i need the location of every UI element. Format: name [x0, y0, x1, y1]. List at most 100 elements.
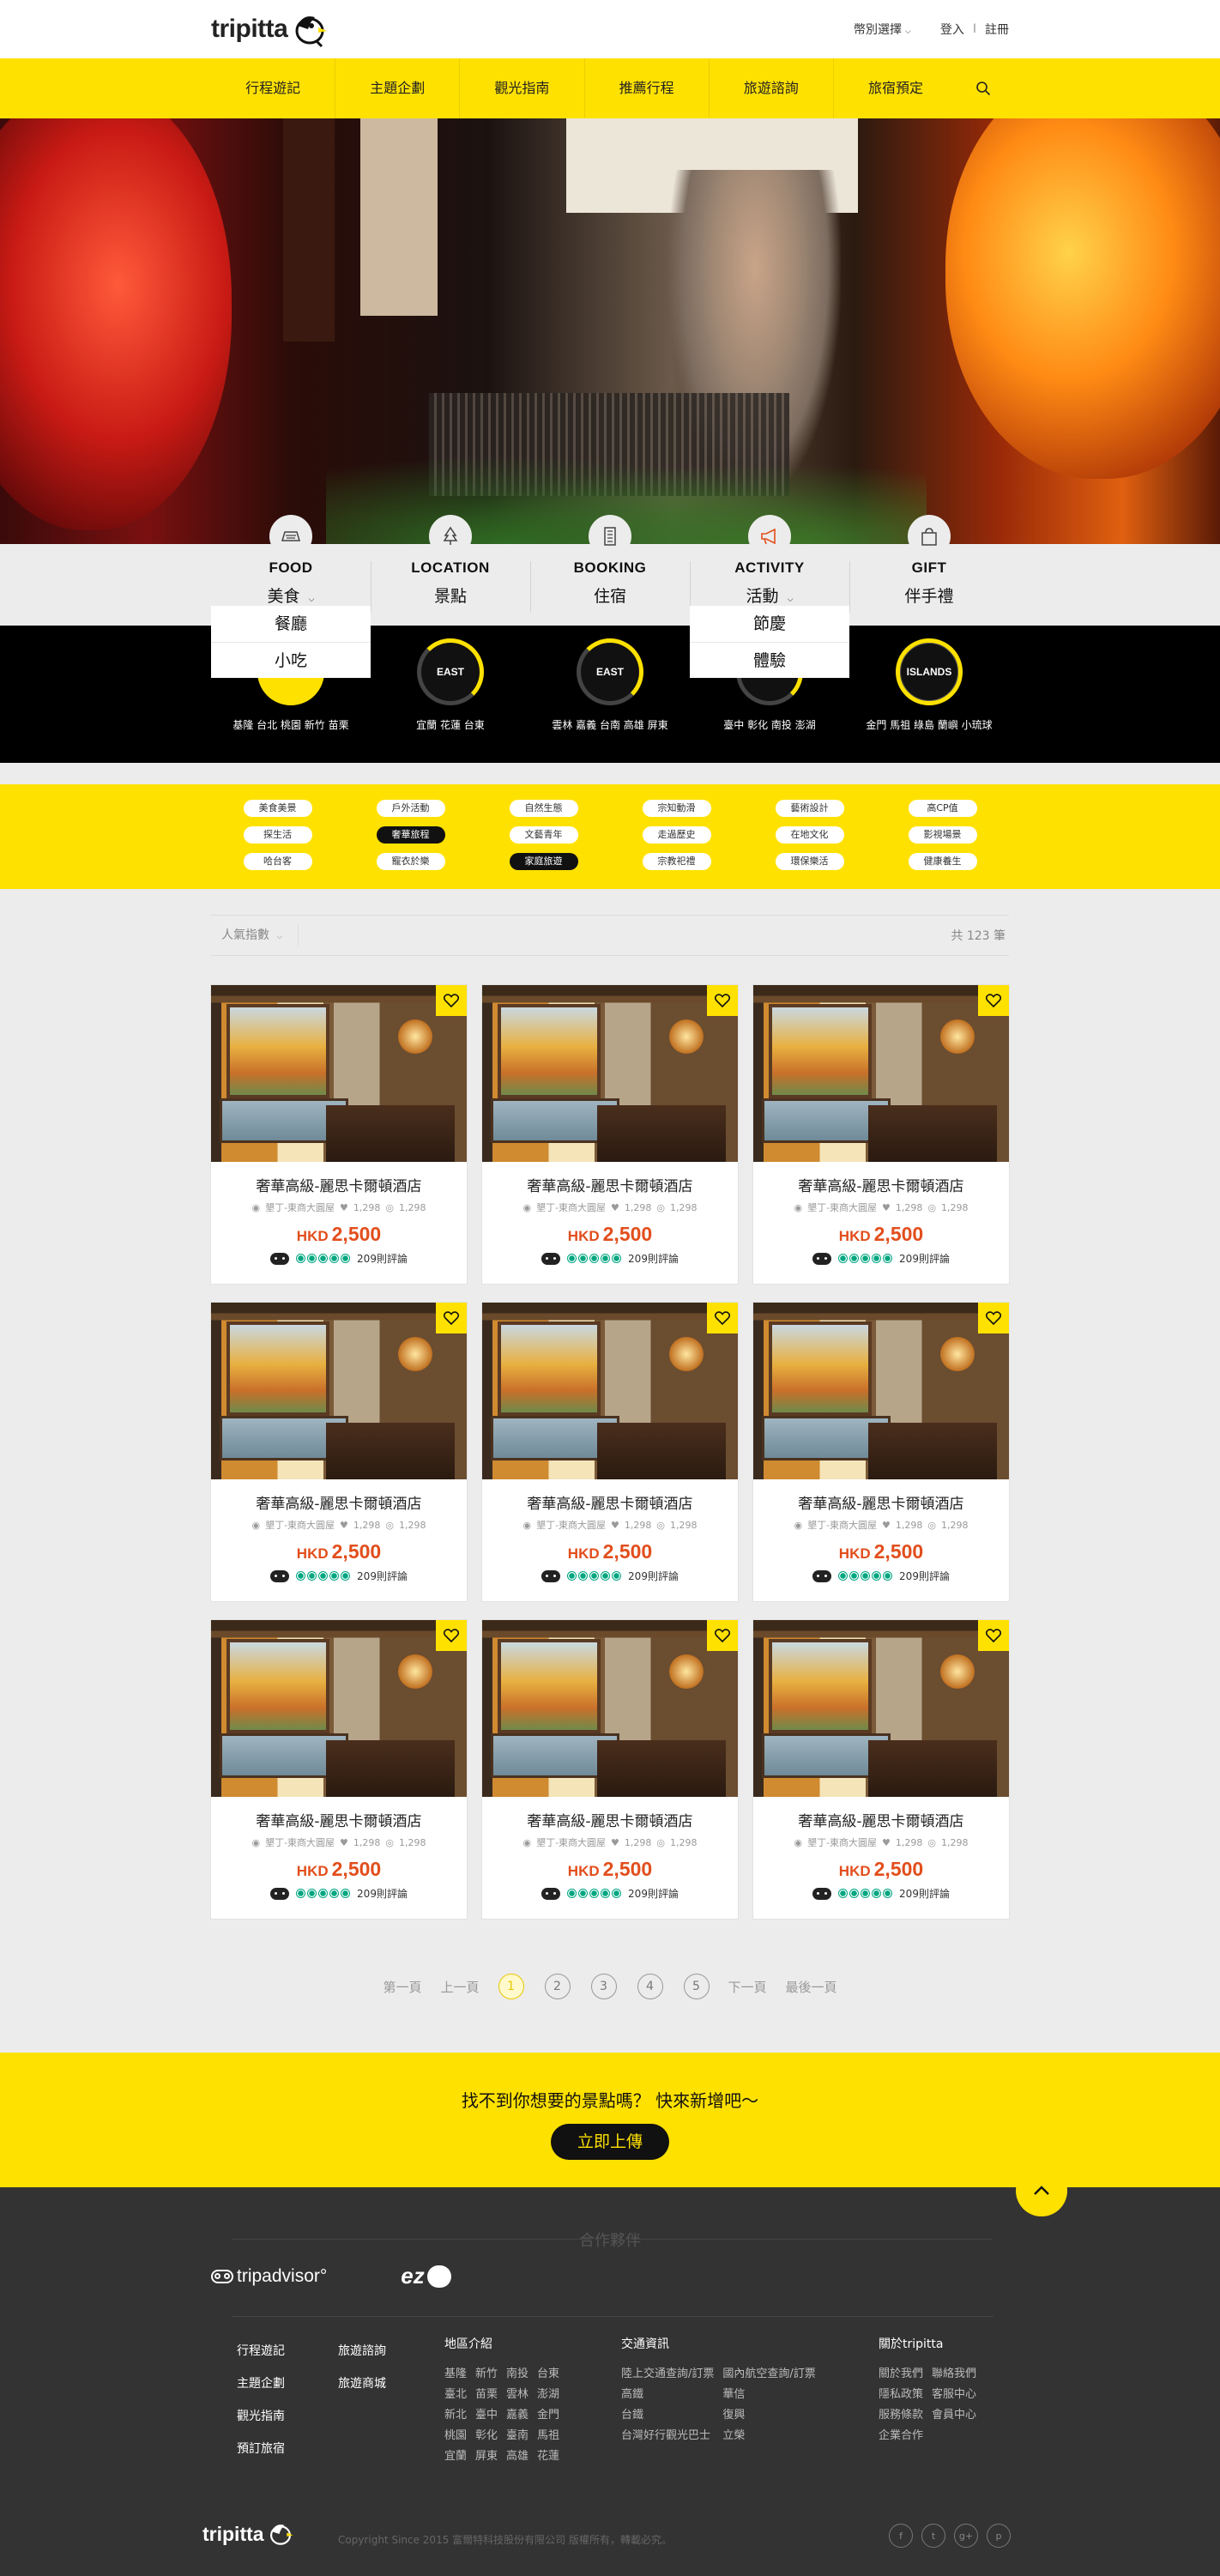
favorite-button[interactable] [436, 1620, 467, 1651]
transport-link[interactable]: 國內航空查詢/訂票 [722, 2364, 815, 2385]
review-row[interactable]: 209則評論 [482, 1886, 738, 1901]
tag-chip[interactable]: 奢華旅程 [376, 826, 445, 844]
dropdown-item-restaurant[interactable]: 餐廳 [211, 606, 371, 642]
sort-select[interactable]: 人氣指數 ⌵ [211, 925, 299, 946]
nav-item-guide[interactable]: 觀光指南 [459, 58, 583, 118]
about-link[interactable]: 服務條款 [879, 2405, 923, 2426]
region-link[interactable]: 澎湖 [537, 2385, 559, 2405]
listing-photo[interactable] [753, 1303, 1009, 1479]
region-link[interactable]: 台東 [537, 2364, 559, 2385]
page-number[interactable]: 3 [590, 1974, 617, 1999]
review-row[interactable]: 209則評論 [482, 1251, 738, 1266]
register-link[interactable]: 註冊 [985, 21, 1009, 38]
login-link[interactable]: 登入 [940, 21, 964, 38]
favorite-button[interactable] [978, 1620, 1009, 1651]
region-link[interactable]: 南投 [506, 2364, 528, 2385]
category-activity[interactable]: ACTIVITY 活動 ⌵ 節慶 體驗 WEST 臺中 彰化 南投 澎湖 [690, 515, 849, 763]
currency-select[interactable]: 幣別選擇 ⌵ [854, 21, 911, 38]
region-link[interactable]: 馬祖 [537, 2426, 559, 2446]
category-booking[interactable]: BOOKING 住宿 EAST 雲林 嘉義 台南 高雄 屏東 [530, 515, 690, 763]
listing-photo[interactable] [482, 1303, 738, 1479]
region-link[interactable]: 屏東 [475, 2446, 498, 2467]
review-row[interactable]: 209則評論 [211, 1251, 467, 1266]
dropdown-item-festival[interactable]: 節慶 [690, 606, 849, 642]
favorite-button[interactable] [707, 1303, 738, 1333]
region-link[interactable]: 臺中 [475, 2405, 498, 2426]
region-link[interactable]: 金門 [537, 2405, 559, 2426]
tag-chip[interactable]: 走過歷史 [642, 826, 711, 844]
tag-chip[interactable]: 美食美景 [243, 800, 312, 817]
footer-link[interactable]: 主題企劃 [237, 2367, 338, 2400]
about-link[interactable]: 聯絡我們 [932, 2364, 976, 2385]
listing-card[interactable]: 奢華高級-麗思卡爾頓酒店 ◉ 墾丁-東商大圓屋 ♥ 1,298 ◎ 1,298 HKD 2,50… [482, 985, 738, 1284]
upload-button[interactable]: 立即上傳 [551, 2124, 669, 2160]
twitter-icon[interactable]: t [921, 2524, 945, 2548]
listing-card[interactable]: 奢華高級-麗思卡爾頓酒店 ◉ 墾丁-東商大圓屋 ♥ 1,298 ◎ 1,298 HKD 2,50… [482, 1620, 738, 1919]
category-activity-zh[interactable]: 活動 ⌵ [690, 584, 849, 607]
tag-chip[interactable]: 戶外活動 [376, 800, 445, 817]
tag-chip[interactable]: 文藝青年 [509, 826, 578, 844]
category-gift[interactable]: GIFT 伴手禮 ISLANDS 金門 馬祖 綠島 蘭嶼 小琉球 [849, 515, 1009, 763]
page-first[interactable]: 第一頁 [383, 1978, 421, 1996]
region-link[interactable]: 臺南 [506, 2426, 528, 2446]
listing-title[interactable]: 奢華高級-麗思卡爾頓酒店 [211, 1809, 467, 1830]
facebook-icon[interactable]: f [889, 2524, 913, 2548]
listing-title[interactable]: 奢華高級-麗思卡爾頓酒店 [753, 1174, 1009, 1195]
region-link[interactable]: 苗栗 [475, 2385, 498, 2405]
transport-link[interactable]: 復興 [722, 2405, 815, 2426]
footer-link[interactable]: 行程遊記 [237, 2335, 338, 2367]
region-link[interactable]: 臺北 [444, 2385, 467, 2405]
tag-chip[interactable]: 宗教祀禮 [642, 853, 711, 870]
region-link[interactable]: 新北 [444, 2405, 467, 2426]
listing-card[interactable]: 奢華高級-麗思卡爾頓酒店 ◉ 墾丁-東商大圓屋 ♥ 1,298 ◎ 1,298 HKD 2,50… [211, 1303, 467, 1601]
page-number[interactable]: 1 [498, 1974, 524, 1999]
favorite-button[interactable] [978, 985, 1009, 1016]
listing-card[interactable]: 奢華高級-麗思卡爾頓酒店 ◉ 墾丁-東商大圓屋 ♥ 1,298 ◎ 1,298 HKD 2,50… [753, 1303, 1009, 1601]
dropdown-item-snack[interactable]: 小吃 [211, 642, 371, 678]
category-location[interactable]: LOCATION 景點 EAST 宜蘭 花蓮 台東 [371, 515, 530, 763]
listing-title[interactable]: 奢華高級-麗思卡爾頓酒店 [482, 1809, 738, 1830]
category-food-zh[interactable]: 美食 ⌵ [211, 584, 371, 607]
region-link[interactable]: 嘉義 [506, 2405, 528, 2426]
favorite-button[interactable] [436, 1303, 467, 1333]
region-link[interactable]: 基隆 [444, 2364, 467, 2385]
about-link[interactable]: 客服中心 [932, 2385, 976, 2405]
review-row[interactable]: 209則評論 [753, 1251, 1009, 1266]
footer-logo[interactable]: tripitta [202, 2520, 294, 2548]
page-last[interactable]: 最後一頁 [786, 1978, 837, 1996]
listing-title[interactable]: 奢華高級-麗思卡爾頓酒店 [211, 1174, 467, 1195]
region-east[interactable]: EAST 宜蘭 花蓮 台東 [371, 638, 530, 732]
region-link[interactable]: 宜蘭 [444, 2446, 467, 2467]
tag-chip[interactable]: 寵衣於樂 [376, 853, 445, 870]
tag-chip[interactable]: 高CP值 [908, 800, 977, 817]
nav-item-themes[interactable]: 主題企劃 [335, 58, 459, 118]
review-row[interactable]: 209則評論 [482, 1569, 738, 1583]
transport-link[interactable]: 華信 [722, 2385, 815, 2405]
tag-chip[interactable]: 自然生態 [509, 800, 578, 817]
transport-link[interactable]: 高鐵 [621, 2385, 714, 2405]
nav-item-booking[interactable]: 旅宿預定 [832, 58, 957, 118]
favorite-button[interactable] [978, 1303, 1009, 1333]
listing-title[interactable]: 奢華高級-麗思卡爾頓酒店 [211, 1491, 467, 1513]
tag-chip[interactable]: 宗知動滑 [642, 800, 711, 817]
footer-link[interactable]: 旅遊諮詢 [338, 2335, 444, 2367]
favorite-button[interactable] [707, 985, 738, 1016]
review-row[interactable]: 209則評論 [211, 1886, 467, 1901]
listing-photo[interactable] [753, 1620, 1009, 1797]
listing-photo[interactable] [482, 985, 738, 1162]
dropdown-item-experience[interactable]: 體驗 [690, 642, 849, 678]
listing-title[interactable]: 奢華高級-麗思卡爾頓酒店 [482, 1174, 738, 1195]
favorite-button[interactable] [707, 1620, 738, 1651]
google-plus-icon[interactable]: g+ [954, 2524, 978, 2548]
transport-link[interactable]: 台鐵 [621, 2405, 714, 2426]
tag-chip[interactable]: 家庭旅遊 [509, 853, 578, 870]
tag-chip[interactable]: 影視場景 [908, 826, 977, 844]
region-link[interactable]: 雲林 [506, 2385, 528, 2405]
listing-title[interactable]: 奢華高級-麗思卡爾頓酒店 [753, 1809, 1009, 1830]
review-row[interactable]: 209則評論 [753, 1569, 1009, 1583]
ez-logo[interactable]: ez [401, 2263, 451, 2289]
transport-link[interactable]: 台灣好行觀光巴士 [621, 2426, 714, 2446]
page-number[interactable]: 4 [637, 1974, 663, 1999]
region-south[interactable]: EAST 雲林 嘉義 台南 高雄 屏東 [530, 638, 690, 732]
region-link[interactable]: 桃園 [444, 2426, 467, 2446]
